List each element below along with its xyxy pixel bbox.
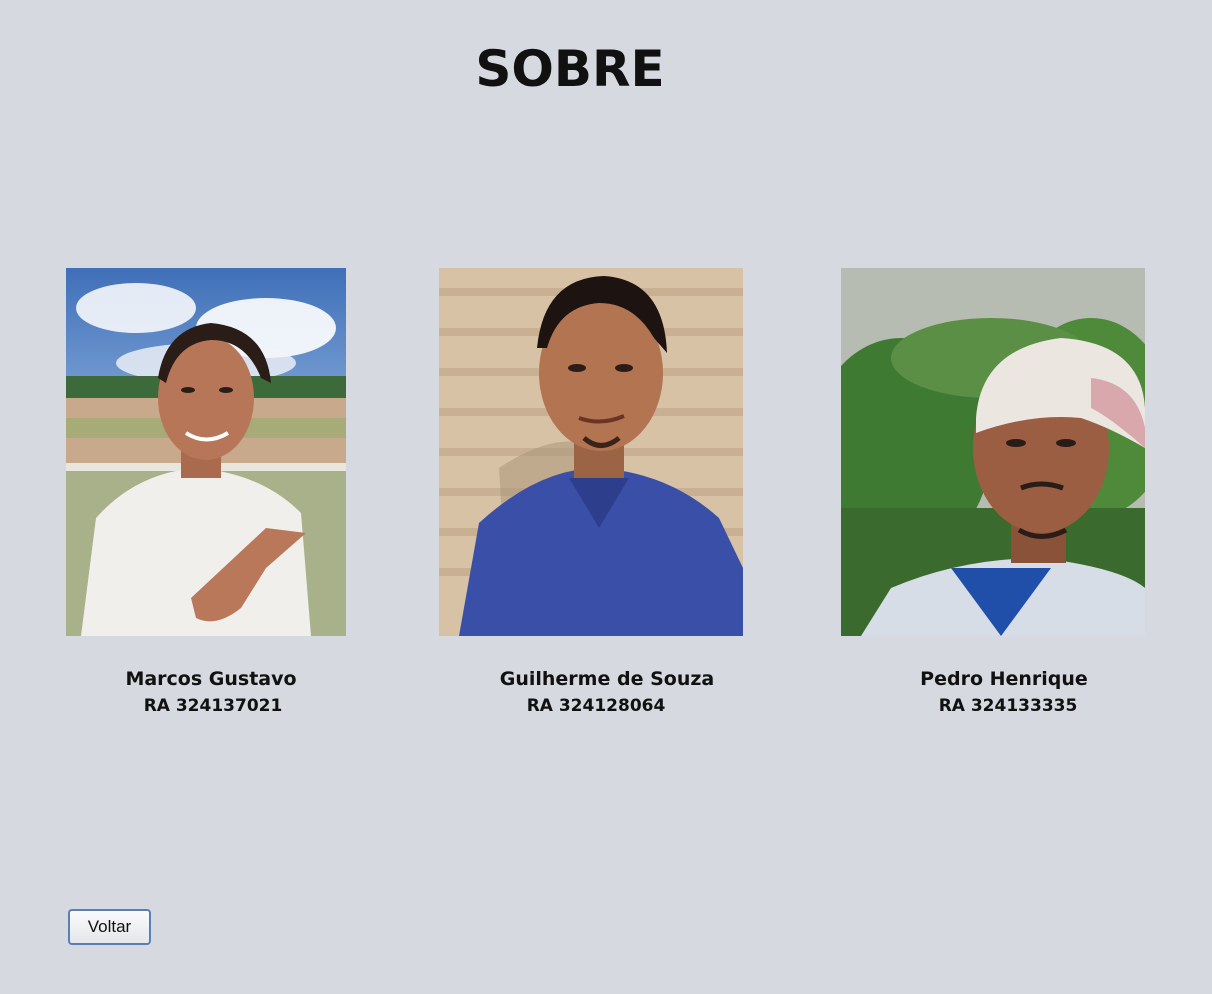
member-photo-marcos — [66, 268, 346, 636]
page-title: SOBRE — [475, 40, 665, 98]
member-photo-guilherme — [439, 268, 743, 636]
member-name: Guilherme de Souza — [499, 668, 715, 690]
member-ra: RA 324137021 — [143, 696, 283, 716]
member-name: Pedro Henrique — [920, 668, 1088, 690]
member-photo-pedro — [841, 268, 1145, 636]
member-ra: RA 324128064 — [526, 696, 666, 716]
member-ra: RA 324133335 — [938, 696, 1078, 716]
member-name: Marcos Gustavo — [125, 668, 297, 690]
back-button[interactable]: Voltar — [68, 909, 151, 945]
